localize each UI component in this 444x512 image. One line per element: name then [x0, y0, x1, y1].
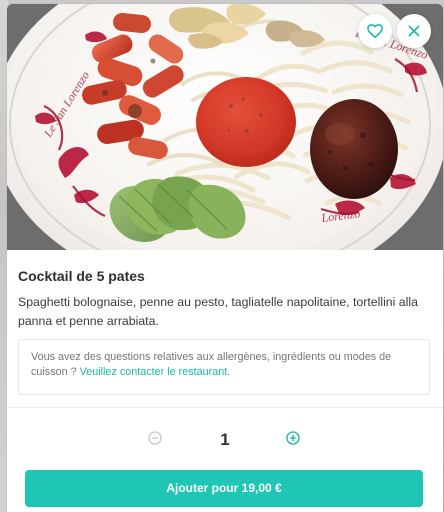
contact-restaurant-link[interactable]: Veuillez contacter le restaurant.: [80, 366, 231, 378]
product-description: Spaghetti bolognaise, penne au pesto, ta…: [18, 295, 418, 328]
increment-button[interactable]: [285, 430, 301, 451]
close-button[interactable]: [397, 14, 431, 48]
plus-circle-icon: [285, 430, 301, 451]
quantity-stepper: 1: [7, 428, 443, 452]
heart-icon: [366, 22, 384, 40]
quantity-value: 1: [220, 430, 230, 449]
decrement-button[interactable]: [147, 430, 163, 451]
allergen-notice: Vous avez des questions relatives aux al…: [18, 339, 430, 395]
product-photo: Le San Lorenzo Lorenzo Le San Lorenzo: [7, 4, 443, 250]
product-modal: Le San Lorenzo Lorenzo Le San Lorenzo Co…: [7, 4, 443, 512]
add-to-cart-button[interactable]: Ajouter pour 19,00 €: [25, 470, 423, 507]
product-details: Cocktail de 5 pates Spaghetti bolognaise…: [7, 250, 443, 512]
favorite-button[interactable]: [358, 14, 392, 48]
product-title: Cocktail de 5 pates: [18, 268, 145, 284]
section-divider: [7, 407, 443, 408]
close-icon: [406, 23, 422, 39]
minus-circle-icon: [147, 430, 163, 451]
